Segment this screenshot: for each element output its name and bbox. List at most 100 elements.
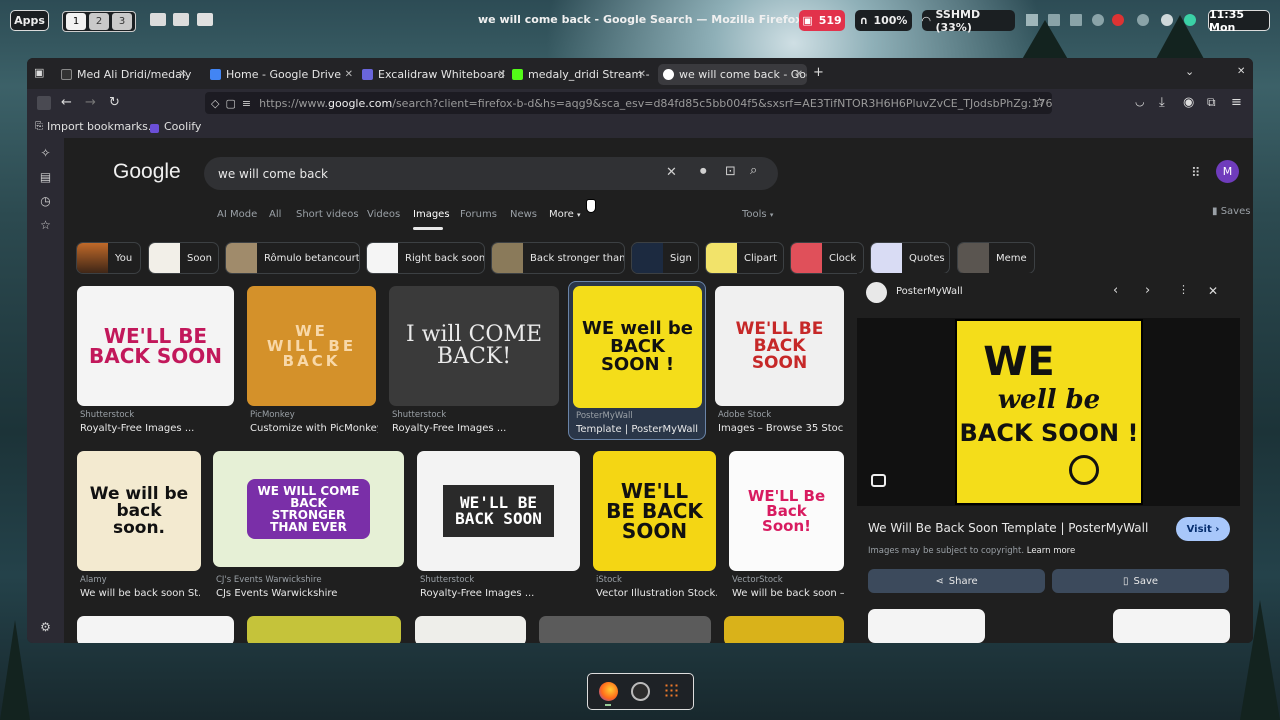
preview-source[interactable]: PosterMyWall	[896, 286, 963, 297]
layers-icon[interactable]	[1070, 14, 1082, 26]
result-source[interactable]: Shutterstock	[420, 575, 474, 585]
signal-icon[interactable]	[1048, 14, 1060, 26]
search-input[interactable]: we will come back	[204, 157, 778, 190]
image-result[interactable]: I will COME BACK! Shutterstock Royalty-F…	[389, 286, 559, 436]
result-title[interactable]: Royalty-Free Images ...	[420, 588, 578, 599]
save-button[interactable]: ▯ Save	[1052, 569, 1229, 593]
extensions-icon[interactable]: ⧉	[1207, 95, 1216, 110]
sidebar-toggle-icon[interactable]	[37, 96, 51, 110]
bookmarks-icon[interactable]: ☆	[39, 219, 52, 232]
workspace-2[interactable]: 2	[89, 13, 109, 30]
tab-more[interactable]: More ▾	[549, 209, 581, 220]
result-image[interactable]: WE'LL BE BACK SOON	[593, 451, 716, 571]
microphone-icon[interactable]: ⏺	[700, 164, 707, 179]
workspace-3[interactable]: 3	[112, 13, 132, 30]
result-source[interactable]: PosterMyWall	[576, 411, 633, 421]
image-result-partial[interactable]	[247, 616, 401, 643]
back-icon[interactable]: ←	[61, 95, 72, 110]
clock[interactable]: 11:35 Mon	[1208, 8, 1270, 34]
result-image[interactable]: I will COME BACK!	[389, 286, 559, 406]
close-tab-icon[interactable]: ✕	[638, 69, 646, 80]
image-result[interactable]: We will be back soon. Alamy We will be b…	[77, 451, 201, 601]
lens-search-icon[interactable]	[871, 474, 886, 487]
tab-forums[interactable]: Forums	[460, 209, 497, 220]
image-result-partial[interactable]	[539, 616, 711, 643]
power-icon[interactable]	[1161, 14, 1173, 26]
close-window-icon[interactable]: ✕	[1237, 66, 1245, 77]
bookmark-star-icon[interactable]: ☆	[1034, 95, 1045, 109]
previous-icon[interactable]: ‹	[1113, 283, 1118, 298]
tab-news[interactable]: News	[510, 209, 537, 220]
close-tab-icon[interactable]: ✕	[498, 69, 506, 80]
menu-icon[interactable]: ≡	[1231, 95, 1242, 110]
info-icon[interactable]	[1137, 14, 1149, 26]
result-image[interactable]: WE WILL BE BACK	[247, 286, 376, 406]
result-image[interactable]: WE'LL BE BACK SOON	[77, 286, 234, 406]
result-title[interactable]: Customize with PicMonkey	[250, 423, 378, 434]
visit-button[interactable]: Visit ›	[1176, 517, 1230, 541]
ai-icon[interactable]: ✧	[39, 147, 52, 160]
heart-icon[interactable]	[1092, 14, 1104, 26]
image-result[interactable]: WE WILL BE BACK PicMonkey Customize with…	[247, 286, 378, 436]
tab-kick-stream[interactable]: medaly_dridi Stream - W✕	[512, 64, 650, 85]
firefox-icon[interactable]	[599, 682, 618, 701]
image-result[interactable]: WE'LL BE BACK SOON Shutterstock Royalty-…	[77, 286, 234, 436]
preview-title[interactable]: We Will Be Back Soon Template | PosterMy…	[868, 521, 1148, 535]
tab-images[interactable]: Images	[413, 209, 450, 220]
image-result[interactable]: WE WILL COME BACK STRONGER THAN EVER CJ'…	[213, 451, 404, 601]
notification-badge[interactable]: ▣ 519	[799, 10, 845, 31]
tools-button[interactable]: Tools ▾	[742, 209, 773, 220]
result-source[interactable]: CJ's Events Warwickshire	[216, 575, 322, 585]
sync-tabs-icon[interactable]: ▤	[39, 171, 52, 184]
window-icon[interactable]	[150, 13, 166, 26]
tab-ai-mode[interactable]: AI Mode	[217, 209, 257, 220]
more-options-icon[interactable]: ⋮	[1178, 283, 1189, 296]
result-title[interactable]: CJs Events Warwickshire	[216, 588, 401, 599]
result-title[interactable]: Royalty-Free Images ...	[80, 423, 230, 434]
result-source[interactable]: Alamy	[80, 575, 107, 585]
chip-right-back-soon[interactable]: Right back soon	[366, 242, 485, 274]
tab-google-search[interactable]: we will come back - Goo ✕	[658, 64, 807, 85]
close-tab-icon[interactable]: ✕	[795, 69, 803, 80]
tab-google-drive[interactable]: Home - Google Drive ✕	[210, 64, 357, 85]
chip-clipart[interactable]: Clipart	[705, 242, 784, 274]
app-icon[interactable]	[1112, 14, 1124, 26]
search-icon[interactable]: ⌕	[750, 163, 757, 178]
chip-back-stronger[interactable]: Back stronger than	[491, 242, 625, 274]
result-image[interactable]: WE well be BACK SOON !	[573, 286, 702, 408]
pocket-icon[interactable]: ◡	[1135, 95, 1145, 108]
bolt-icon[interactable]	[1026, 14, 1038, 26]
share-button[interactable]: ⋖ Share	[868, 569, 1045, 593]
lens-icon[interactable]: ⊡	[725, 164, 736, 179]
image-result[interactable]: WE'LL BE BACK SOON Adobe Stock Images – …	[715, 286, 844, 436]
image-result[interactable]: WE'LL BE BACK SOON iStock Vector Illustr…	[593, 451, 717, 601]
google-logo[interactable]: Google	[113, 160, 181, 184]
tracking-shield-icon[interactable]: ◇	[211, 97, 219, 110]
mail-icon[interactable]	[173, 13, 189, 26]
settings-gear-icon[interactable]: ⚙	[39, 621, 52, 634]
folder-icon[interactable]	[197, 13, 213, 26]
result-source[interactable]: Shutterstock	[80, 410, 134, 420]
forward-icon[interactable]: →	[85, 95, 96, 110]
result-title[interactable]: We will be back soon –...	[732, 588, 844, 599]
chip-you[interactable]: You	[76, 242, 141, 274]
image-result-partial[interactable]	[415, 616, 526, 643]
wifi-indicator[interactable]: ◠ SSHMD (33%)	[922, 8, 1015, 34]
chip-soon[interactable]: Soon	[148, 242, 219, 274]
chip-quotes[interactable]: Quotes	[870, 242, 950, 274]
tab-short-videos[interactable]: Short videos	[296, 209, 359, 220]
preview-image[interactable]: WE well be BACK SOON !	[857, 318, 1240, 506]
image-result[interactable]: WE'LL BE BACK SOON Shutterstock Royalty-…	[417, 451, 580, 601]
result-image[interactable]: WE WILL COME BACK STRONGER THAN EVER	[213, 451, 404, 567]
permissions-icon[interactable]: ≡	[242, 97, 251, 110]
avatar[interactable]: M	[1216, 160, 1239, 183]
volume-indicator[interactable]: ∩ 100%	[855, 10, 912, 31]
clear-search-icon[interactable]: ✕	[666, 165, 677, 180]
chip-romulo[interactable]: Rômulo betancourt	[225, 242, 360, 274]
tab-overview-icon[interactable]: ▣	[34, 66, 44, 79]
related-image[interactable]	[868, 609, 985, 643]
tab-videos[interactable]: Videos	[367, 209, 400, 220]
bookmark-import[interactable]: Import bookmarks...	[47, 120, 158, 133]
app-grid-icon[interactable]	[664, 683, 679, 698]
close-tab-icon[interactable]: ✕	[179, 69, 187, 80]
